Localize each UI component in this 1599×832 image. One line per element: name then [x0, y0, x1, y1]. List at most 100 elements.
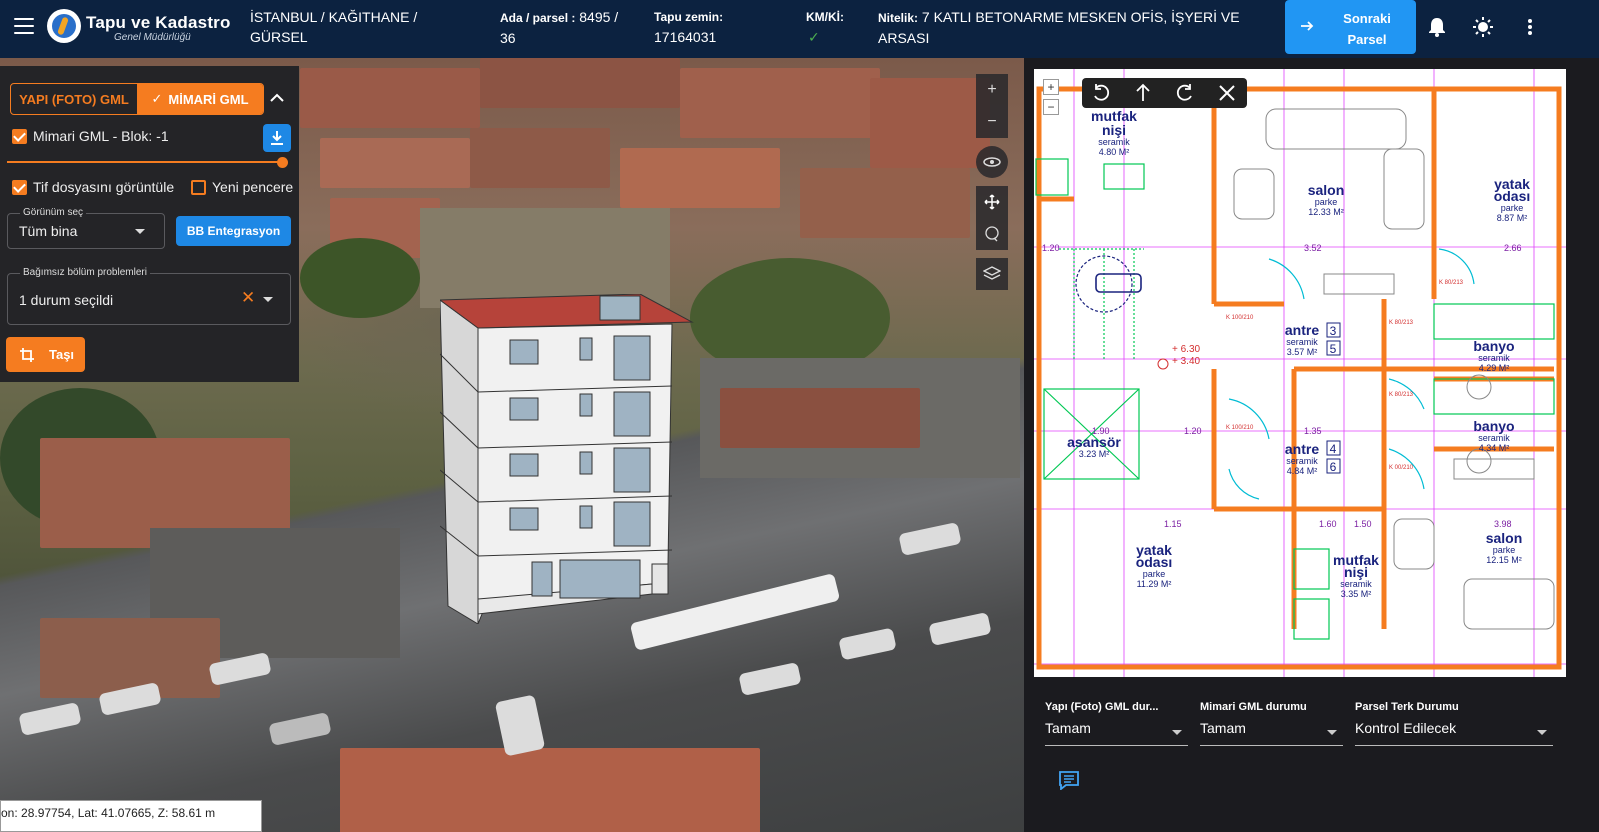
eye-icon[interactable] [976, 146, 1008, 178]
arrow-up-icon[interactable] [1132, 82, 1154, 104]
svg-text:4.84 M²: 4.84 M² [1287, 466, 1318, 476]
parsel-terk-status-label: Parsel Terk Durumu [1355, 701, 1459, 713]
svg-text:antre: antre [1285, 441, 1319, 457]
ada-parsel-info: Ada / parsel : 8495 / 36 [500, 9, 619, 46]
svg-text:banyo: banyo [1473, 418, 1514, 434]
clear-icon[interactable]: ✕ [241, 288, 255, 308]
svg-text:3.23 M²: 3.23 M² [1079, 449, 1110, 459]
nitelik-info: Nitelik: 7 KATLI BETONARME MESKEN OFİS, … [878, 9, 1240, 46]
opacity-slider[interactable] [7, 161, 284, 163]
svg-text:1.90: 1.90 [1092, 426, 1110, 436]
svg-text:4.29 M²: 4.29 M² [1479, 363, 1510, 373]
zoom-in-button[interactable]: + [976, 74, 1008, 106]
bb-entegrasyon-button[interactable]: BB Entegrasyon [176, 216, 291, 246]
floor-plan-viewer[interactable]: mutfak nişi seramik 4.80 M² salon parke … [1034, 69, 1566, 677]
mimari-gml-status-label: Mimari GML durumu [1200, 701, 1307, 713]
svg-text:+ 6.30: + 6.30 [1172, 344, 1201, 355]
yeni-pencere-checkbox[interactable] [191, 180, 206, 195]
svg-text:parke: parke [1143, 569, 1166, 579]
next-parcel-button[interactable]: Sonraki Parsel [1285, 0, 1416, 54]
tkgm-logo [47, 9, 81, 43]
svg-text:4: 4 [1330, 442, 1337, 456]
svg-text:8.87 M²: 8.87 M² [1497, 213, 1528, 223]
location-info: İSTANBUL / KAĞITHANE / GÜRSEL [250, 9, 418, 45]
chevron-down-icon [1537, 730, 1547, 735]
opacity-slider-handle[interactable] [277, 157, 288, 168]
svg-text:+ 3.40: + 3.40 [1172, 356, 1201, 367]
lasso-icon[interactable] [976, 218, 1008, 250]
svg-text:4.80 M²: 4.80 M² [1099, 147, 1130, 157]
svg-text:1.50: 1.50 [1354, 519, 1372, 529]
bell-icon[interactable] [1424, 14, 1450, 40]
svg-text:asansör: asansör [1067, 434, 1121, 450]
app-subtitle: Genel Müdürlüğü [114, 32, 191, 43]
svg-text:seramik: seramik [1478, 353, 1510, 363]
chevron-up-icon[interactable] [268, 89, 286, 107]
tasi-button[interactable]: Taşı [6, 337, 85, 372]
yeni-pencere-label: Yeni pencere [212, 179, 294, 195]
svg-text:3.98: 3.98 [1494, 519, 1512, 529]
chevron-down-icon [1172, 730, 1182, 735]
svg-text:K 80/213: K 80/213 [1389, 392, 1414, 398]
svg-text:12.15 M²: 12.15 M² [1486, 555, 1522, 565]
svg-text:3.52: 3.52 [1304, 243, 1322, 253]
svg-text:4.34 M²: 4.34 M² [1479, 443, 1510, 453]
rotate-left-icon[interactable] [1090, 82, 1112, 104]
svg-text:3.57 M²: 3.57 M² [1287, 347, 1318, 357]
svg-text:parke: parke [1501, 203, 1524, 213]
bagimsiz-bolum-select[interactable]: Bağımsız bölüm problemleri 1 durum seçil… [7, 267, 291, 325]
svg-text:12.33 M²: 12.33 M² [1308, 207, 1344, 217]
tab-yapi-foto-gml[interactable]: YAPI (FOTO) GML [11, 84, 137, 114]
svg-text:K 100/210: K 100/210 [1226, 425, 1254, 431]
menu-icon[interactable] [14, 18, 34, 34]
chevron-down-icon [263, 297, 273, 302]
download-icon [271, 131, 283, 145]
layers-icon[interactable] [976, 258, 1008, 290]
chevron-down-icon [1327, 730, 1337, 735]
svg-text:odası: odası [1494, 188, 1531, 204]
tif-label: Tif dosyasını görüntüle [33, 179, 175, 195]
move-icon[interactable] [976, 186, 1008, 218]
svg-text:salon: salon [1308, 182, 1345, 198]
app-header: Tapu ve Kadastro Genel Müdürlüğü İSTANBU… [0, 0, 1599, 58]
mimari-gml-checkbox[interactable] [12, 129, 27, 144]
more-vert-icon[interactable] [1517, 14, 1543, 40]
plan-zoom-out-button[interactable]: − [1043, 99, 1059, 115]
svg-text:6: 6 [1330, 460, 1337, 474]
svg-text:K 80/213: K 80/213 [1389, 320, 1414, 326]
comment-icon[interactable] [1058, 770, 1080, 790]
arrow-right-icon [1301, 21, 1314, 31]
svg-text:3.35 M²: 3.35 M² [1341, 589, 1372, 599]
zoom-out-button[interactable]: − [976, 106, 1008, 138]
svg-text:1.20: 1.20 [1184, 426, 1202, 436]
svg-text:parke: parke [1493, 545, 1516, 555]
svg-text:antre: antre [1285, 322, 1319, 338]
mimari-gml-status-select[interactable]: Tamam [1200, 720, 1343, 746]
bagimsiz-value: 1 durum seçildi [19, 292, 114, 308]
building-3d-model[interactable] [440, 294, 700, 624]
coordinate-readout: on: 28.97754, Lat: 41.07665, Z: 58.61 m [0, 800, 262, 832]
svg-text:seramik: seramik [1340, 579, 1372, 589]
svg-text:11.29 M²: 11.29 M² [1137, 579, 1172, 589]
svg-text:nişi: nişi [1344, 564, 1368, 580]
gorunum-select[interactable]: Görünüm seç Tüm bina [7, 207, 165, 249]
tif-checkbox[interactable] [12, 180, 27, 195]
tab-mimari-gml[interactable]: ✓ MİMARİ GML [137, 84, 263, 114]
svg-text:K 00/210: K 00/210 [1389, 465, 1414, 471]
svg-text:seramik: seramik [1478, 433, 1510, 443]
download-button[interactable] [263, 124, 291, 152]
svg-text:seramik: seramik [1286, 456, 1318, 466]
floor-plan-drawing: mutfak nişi seramik 4.80 M² salon parke … [1034, 69, 1566, 677]
svg-text:1.15: 1.15 [1164, 519, 1182, 529]
rotate-right-icon[interactable] [1174, 82, 1196, 104]
brightness-icon[interactable] [1470, 14, 1496, 40]
tapu-zemin-info: Tapu zemin: 17164031 [654, 10, 724, 45]
gorunum-value: Tüm bina [19, 223, 78, 239]
parsel-terk-status-select[interactable]: Kontrol Edilecek [1355, 720, 1553, 746]
foto-gml-status-select[interactable]: Tamam [1045, 720, 1188, 746]
chevron-down-icon [135, 229, 145, 234]
plan-zoom-in-button[interactable]: + [1043, 79, 1059, 95]
close-icon[interactable] [1216, 82, 1238, 104]
svg-text:seramik: seramik [1286, 337, 1318, 347]
check-icon: ✓ [808, 29, 820, 45]
